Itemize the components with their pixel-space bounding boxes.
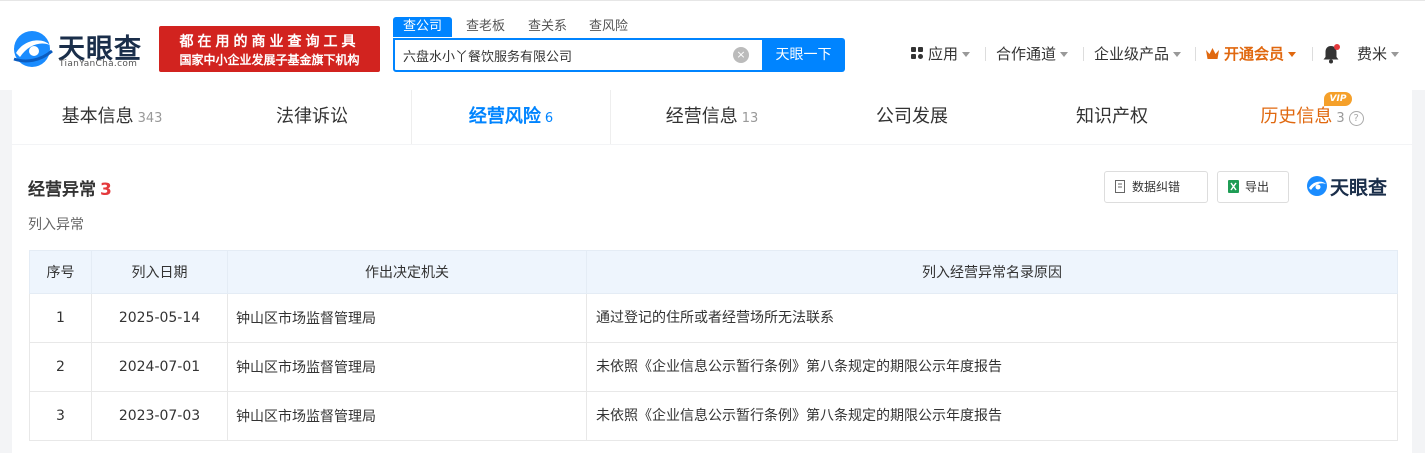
tab-label: 基本信息 bbox=[61, 106, 134, 127]
tab-label: 公司发展 bbox=[876, 106, 948, 127]
chevron-down-icon bbox=[1060, 52, 1069, 57]
cell-reason: 通过登记的住所或者经营场所无法联系 bbox=[586, 293, 1398, 343]
divider bbox=[985, 47, 986, 61]
chevron-down-icon bbox=[1173, 52, 1182, 57]
chevron-down-icon bbox=[962, 52, 971, 57]
tab-count: 3 bbox=[1336, 111, 1345, 126]
search-tab-relation[interactable]: 查关系 bbox=[528, 17, 567, 37]
section-subtitle: 列入异常 bbox=[28, 217, 84, 233]
col-header-reason: 列入经营异常名录原因 bbox=[586, 250, 1398, 294]
cell-org: 钟山区市场监督管理局 bbox=[227, 342, 587, 392]
cell-no: 3 bbox=[29, 391, 92, 441]
tab-label: 知识产权 bbox=[1076, 106, 1148, 127]
search-tab-company[interactable]: 查公司 bbox=[393, 17, 453, 37]
cell-org: 钟山区市场监督管理局 bbox=[227, 391, 587, 441]
section-title: 经营异常 3 bbox=[28, 175, 112, 200]
cell-org: 钟山区市场监督管理局 bbox=[227, 293, 587, 343]
crown-icon bbox=[1206, 48, 1219, 59]
tab-business-info[interactable]: 经营信息 13 bbox=[612, 90, 812, 144]
excel-icon bbox=[1228, 180, 1239, 193]
company-tabs: 基本信息 343 法律诉讼 经营风险 6 经营信息 13 公司发展 知识产权 历史信息… bbox=[12, 90, 1412, 144]
notification-bell[interactable] bbox=[1322, 44, 1340, 66]
tab-count: 343 bbox=[137, 111, 163, 126]
clear-icon[interactable]: × bbox=[733, 47, 749, 63]
col-header-date: 列入日期 bbox=[91, 250, 228, 294]
nav-vip-label: 开通会员 bbox=[1224, 45, 1285, 63]
section-count: 3 bbox=[100, 180, 112, 200]
search-button[interactable]: 天眼一下 bbox=[762, 38, 845, 72]
tab-label: 法律诉讼 bbox=[276, 106, 348, 127]
cell-no: 1 bbox=[29, 293, 92, 343]
tab-basic-info[interactable]: 基本信息 343 bbox=[12, 90, 212, 144]
nav-enterprise[interactable]: 企业级产品 bbox=[1094, 43, 1182, 65]
tab-legal[interactable]: 法律诉讼 bbox=[212, 90, 412, 144]
cell-no: 2 bbox=[29, 342, 92, 392]
col-header-no: 序号 bbox=[29, 250, 92, 294]
abnormal-operation-section: 经营异常 3 列入异常 数据纠错 导出 天眼查 序号 列入日期 作出决定机关 列入… bbox=[12, 145, 1412, 453]
site-logo[interactable]: 天眼查 TianYanCha.com bbox=[10, 27, 152, 71]
data-correction-button[interactable]: 数据纠错 bbox=[1104, 171, 1208, 203]
divider bbox=[1312, 47, 1313, 61]
bell-icon bbox=[1323, 44, 1340, 64]
section-title-text: 经营异常 bbox=[28, 180, 96, 200]
table-row: 3 2023-07-03 钟山区市场监督管理局 未依照《企业信息公示暂行条例》第… bbox=[29, 391, 1398, 441]
nav-enterprise-label: 企业级产品 bbox=[1094, 45, 1170, 63]
nav-channel[interactable]: 合作通道 bbox=[996, 43, 1069, 65]
edit-doc-icon bbox=[1115, 180, 1125, 193]
tab-count: 6 bbox=[544, 111, 554, 126]
search-input[interactable] bbox=[395, 40, 760, 70]
search-tab-boss[interactable]: 查老板 bbox=[466, 17, 505, 37]
tab-count: 13 bbox=[741, 111, 759, 126]
cell-reason: 未依照《企业信息公示暂行条例》第八条规定的期限公示年度报告 bbox=[586, 342, 1398, 392]
divider bbox=[1195, 47, 1196, 61]
tab-business-risk[interactable]: 经营风险 6 bbox=[411, 90, 611, 144]
tab-ip[interactable]: 知识产权 bbox=[1012, 90, 1212, 144]
search-tab-risk[interactable]: 查风险 bbox=[589, 17, 628, 37]
grid-icon bbox=[911, 47, 923, 59]
tab-label: 经营信息 bbox=[665, 106, 738, 127]
nav-channel-label: 合作通道 bbox=[996, 45, 1057, 63]
nav-vip[interactable]: 开通会员 bbox=[1205, 43, 1297, 65]
user-name: 费米 bbox=[1357, 45, 1388, 63]
table-row: 1 2025-05-14 钟山区市场监督管理局 通过登记的住所或者经营场所无法联… bbox=[29, 293, 1398, 343]
cell-date: 2025-05-14 bbox=[91, 293, 228, 343]
tab-development[interactable]: 公司发展 bbox=[812, 90, 1012, 144]
divider bbox=[1083, 47, 1084, 61]
top-header: 天眼查 TianYanCha.com 都在用的商业查询工具 国家中小企业发展子基… bbox=[0, 0, 1425, 90]
export-label: 导出 bbox=[1245, 180, 1270, 194]
col-header-org: 作出决定机关 bbox=[227, 250, 587, 294]
logo-domain: TianYanCha.com bbox=[59, 59, 138, 69]
table-row: 2 2024-07-01 钟山区市场监督管理局 未依照《企业信息公示暂行条例》第… bbox=[29, 342, 1398, 392]
chevron-down-icon bbox=[1391, 52, 1400, 57]
brand-watermark: 天眼查 bbox=[1306, 174, 1398, 199]
export-button[interactable]: 导出 bbox=[1217, 171, 1289, 203]
nav-apps-label: 应用 bbox=[928, 45, 959, 63]
nav-apps[interactable]: 应用 bbox=[911, 43, 971, 65]
data-correction-label: 数据纠错 bbox=[1132, 180, 1181, 194]
user-menu[interactable]: 费米 bbox=[1357, 43, 1400, 65]
tab-label: 经营风险 bbox=[468, 106, 541, 127]
slogan-banner: 都在用的商业查询工具 国家中小企业发展子基金旗下机构 bbox=[159, 26, 380, 72]
cell-date: 2023-07-03 bbox=[91, 391, 228, 441]
slogan-line-2: 国家中小企业发展子基金旗下机构 bbox=[179, 53, 360, 67]
vip-badge: VIP bbox=[1324, 92, 1352, 106]
logo-eye-icon bbox=[13, 31, 53, 67]
slogan-line-1: 都在用的商业查询工具 bbox=[179, 34, 360, 50]
brand-text: 天眼查 bbox=[1330, 177, 1388, 199]
chevron-down-icon bbox=[1288, 52, 1297, 57]
table-header-row: 序号 列入日期 作出决定机关 列入经营异常名录原因 bbox=[29, 250, 1398, 294]
abnormal-table: 序号 列入日期 作出决定机关 列入经营异常名录原因 1 2025-05-14 钟… bbox=[29, 250, 1398, 441]
cell-date: 2024-07-01 bbox=[91, 342, 228, 392]
tab-label: 历史信息 bbox=[1260, 106, 1333, 127]
tab-history[interactable]: 历史信息 3? bbox=[1212, 90, 1412, 144]
search-box: × 天眼一下 bbox=[393, 38, 845, 72]
help-icon[interactable]: ? bbox=[1348, 111, 1364, 126]
logo-eye-icon bbox=[1307, 176, 1327, 196]
cell-reason: 未依照《企业信息公示暂行条例》第八条规定的期限公示年度报告 bbox=[586, 391, 1398, 441]
